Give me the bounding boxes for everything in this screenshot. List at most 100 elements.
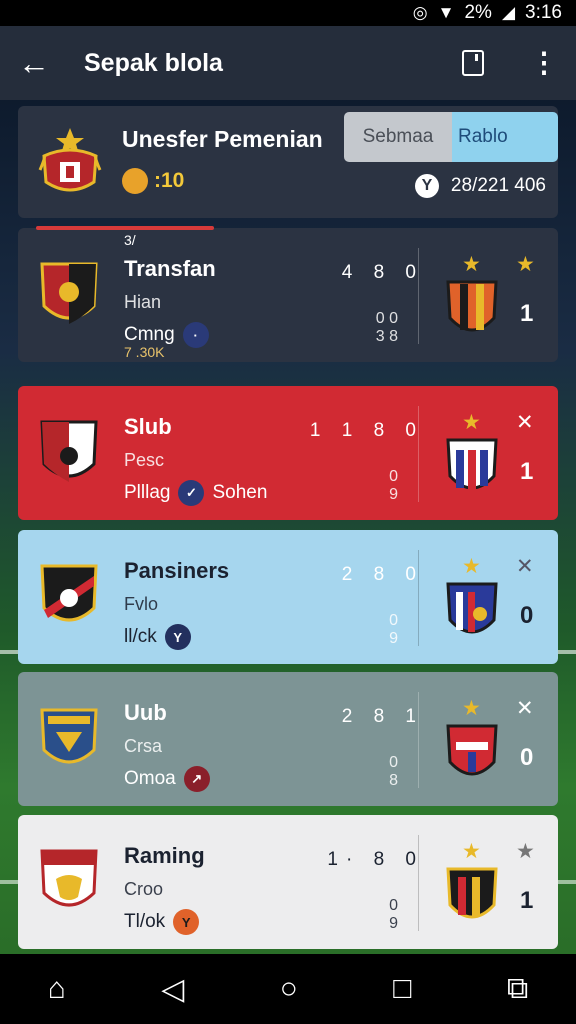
team-row[interactable]: Pansiners Fvlo ll/ck Y 2 8 0 0 9 ★ ✕ 0 <box>18 530 558 664</box>
sync-icon: ◎ <box>412 3 428 22</box>
club-badge-icon <box>40 849 98 907</box>
app-bar: ← Sepak blola ⋮ <box>0 26 576 100</box>
verified-icon: Y <box>414 174 439 198</box>
team-name: Transfan <box>124 256 216 281</box>
mini-badge-icon: Y <box>164 624 191 650</box>
opponent-shield-icon <box>446 280 498 332</box>
clock: 3:16 <box>525 2 562 23</box>
progress-line <box>36 226 214 230</box>
team-detail: Croo <box>124 879 164 899</box>
team-stats-secondary: 0 9 <box>389 468 398 503</box>
toggle-option-2[interactable]: Rablo <box>452 112 558 162</box>
mini-badge-icon: · <box>182 322 209 348</box>
star-icon: ★ <box>462 253 481 276</box>
signal-icon: ◢ <box>501 3 516 22</box>
star-icon: ★ <box>462 840 481 863</box>
team-detail-2-text: Tl/ok <box>124 911 166 932</box>
team-row[interactable]: Slub Pesc Plllag ✓ Sohen 1 1 8 0 0 9 ★ ✕… <box>18 386 558 520</box>
team-detail-2-text: Cmng <box>124 324 175 345</box>
star-icon: ★ <box>462 697 481 720</box>
mini-badge-icon: ↗ <box>183 766 210 792</box>
more-options-icon[interactable]: ⋮ <box>530 49 558 77</box>
team-note: 7 .30K <box>124 344 165 360</box>
team-name: Uub <box>124 700 167 725</box>
team-stats: 1· 8 0 <box>327 849 424 870</box>
club-badge-icon <box>40 708 98 764</box>
score: 1 <box>520 300 534 327</box>
close-icon[interactable]: ✕ <box>516 410 534 435</box>
back-icon[interactable]: ◁ <box>161 972 184 1007</box>
star-icon: ★ <box>462 555 481 578</box>
document-icon[interactable] <box>462 50 484 76</box>
team-detail-2-text: Omoa <box>124 768 176 789</box>
divider <box>418 692 419 788</box>
team-detail-2b: Sohen <box>212 482 268 503</box>
opponent-shield-icon <box>446 724 498 776</box>
team-detail-2-text: ll/ck <box>124 626 157 647</box>
opponent-shield-icon <box>446 582 498 634</box>
team-stats: 1 1 8 0 <box>309 420 424 441</box>
team-name: Slub <box>124 414 172 439</box>
score: 0 <box>520 602 534 629</box>
star-icon: ★ <box>462 411 481 434</box>
team-detail: Fvlo <box>124 594 159 614</box>
status-bar: ◎ ▼ 2% ◢ 3:16 <box>0 0 576 26</box>
home-icon[interactable]: ⌂ <box>48 972 66 1006</box>
team-row[interactable]: Uub Crsa Omoa ↗ 2 8 1 0 8 ★ ✕ 0 <box>18 672 558 806</box>
back-arrow-icon[interactable]: ← <box>18 45 68 82</box>
header-subtitle-text: :10 <box>154 169 185 192</box>
team-detail-2: Plllag ✓ Sohen <box>124 480 267 506</box>
coin-icon <box>122 168 148 194</box>
recents-icon[interactable]: □ <box>393 972 411 1006</box>
team-row[interactable]: Transfan Hian Cmng · 4 8 0 0 0 3 8 ★ ★ 1… <box>18 228 558 362</box>
team-stats: 4 8 0 <box>341 262 424 283</box>
view-toggle[interactable]: Sebmaa Rablo <box>344 112 558 162</box>
wifi-icon: ▼ <box>437 3 455 22</box>
header-title: Unesfer Pemenian <box>122 126 323 152</box>
row-superscript: 3/ <box>124 232 136 248</box>
page-title: Sepak blola <box>84 48 223 77</box>
score: 1 <box>520 887 534 914</box>
close-icon[interactable]: ✕ <box>516 554 534 579</box>
team-stats-secondary: 0 0 3 8 <box>375 310 398 345</box>
team-detail-2: Omoa ↗ <box>124 766 210 792</box>
split-screen-icon[interactable]: ⧉ <box>507 972 528 1006</box>
club-badge-icon <box>40 262 98 324</box>
circle-home-icon[interactable]: ○ <box>280 972 298 1006</box>
team-detail-2: ll/ck Y <box>124 624 191 650</box>
divider <box>418 406 419 502</box>
toggle-option-1[interactable]: Sebmaa <box>344 112 452 162</box>
club-crest-icon <box>38 128 102 192</box>
team-stats-secondary: 0 9 <box>389 897 398 932</box>
score: 1 <box>520 458 534 485</box>
divider <box>418 835 419 931</box>
team-row[interactable]: Raming Croo Tl/ok Y 1· 8 0 0 9 ★ ★ 1 <box>18 815 558 949</box>
favorite-star-icon[interactable]: ★ <box>516 252 535 277</box>
header-card: Unesfer Pemenian :10 Sebmaa Rablo Y 28/2… <box>18 106 558 218</box>
header-info-text: 28/221 406 <box>450 175 546 196</box>
close-icon[interactable]: ✕ <box>516 696 534 721</box>
team-name: Raming <box>124 843 205 868</box>
team-detail: Crsa <box>124 736 163 756</box>
divider <box>418 550 419 646</box>
team-stats-secondary: 0 8 <box>389 754 398 789</box>
team-stats: 2 8 1 <box>341 706 424 727</box>
team-detail: Pesc <box>124 450 165 470</box>
team-detail-2: Tl/ok Y <box>124 909 200 935</box>
opponent-shield-icon <box>446 867 498 919</box>
team-stats-secondary: 0 9 <box>389 612 398 647</box>
header-subtitle: :10 <box>122 168 184 194</box>
team-stats: 2 8 0 <box>341 564 424 585</box>
header-info: Y 28/221 406 <box>414 174 546 198</box>
team-name: Pansiners <box>124 558 230 583</box>
opponent-shield-icon <box>446 438 498 490</box>
team-detail-2-text: Plllag <box>124 482 171 503</box>
divider <box>418 248 419 344</box>
club-badge-icon <box>40 420 98 482</box>
system-nav-bar: ⌂ ◁ ○ □ ⧉ <box>0 954 576 1024</box>
mini-badge-icon: ✓ <box>178 480 205 506</box>
club-badge-icon <box>40 564 98 622</box>
favorite-star-icon[interactable]: ★ <box>516 839 535 864</box>
team-detail: Hian <box>124 292 162 312</box>
score: 0 <box>520 744 534 771</box>
